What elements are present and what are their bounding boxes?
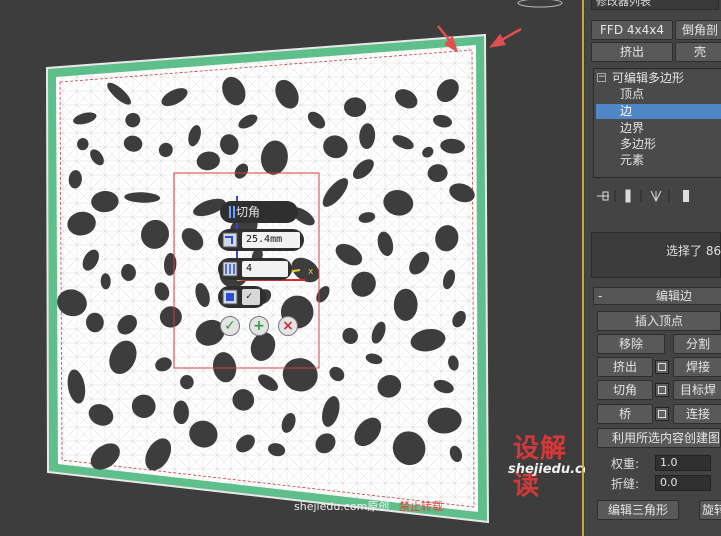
collapse-icon[interactable]: − [597, 73, 606, 82]
pin-stack-icon [597, 191, 609, 201]
extrude-settings-icon[interactable] [655, 360, 669, 374]
insert-vertex-button[interactable]: 插入顶点 [597, 311, 721, 331]
edit-edges-rollout-header[interactable]: - 编辑边 [593, 287, 721, 305]
chamfer-open-toggle[interactable]: ✓ [218, 286, 266, 308]
split-button[interactable]: 分割 [673, 334, 721, 354]
stack-edge[interactable]: 边 [596, 104, 721, 119]
watermark-url: shejiedu.com [508, 462, 585, 477]
weld-button[interactable]: 焊接 [673, 357, 721, 377]
weight-spinner[interactable]: 1.0 [655, 455, 711, 471]
stack-toolbar [597, 189, 689, 203]
caddy-ok-button[interactable]: ✓ [220, 316, 240, 336]
weight-label: 权重: [611, 457, 640, 471]
shell-button[interactable]: 壳 [675, 42, 721, 62]
crease-label: 折缝: [611, 477, 640, 491]
extrude-button[interactable]: 挤出 [597, 357, 653, 377]
remove-button[interactable]: 移除 [597, 334, 665, 354]
extrude-modifier-button[interactable]: 挤出 [591, 42, 673, 62]
selection-info-text: 选择了 86 个 [666, 244, 721, 258]
chamfer-button[interactable]: 切角 [597, 380, 653, 400]
amount-icon [222, 232, 238, 248]
stack-border[interactable]: 边界 [620, 121, 644, 136]
footer-site: shejiedu.com原创 [294, 500, 390, 513]
ffd-button[interactable]: FFD 4x4x4 [591, 20, 673, 40]
viewport-scene: x [45, 0, 563, 524]
segments-icon [222, 261, 238, 277]
caddy-title-label: 切角 [236, 205, 261, 219]
chamfer-segments-field[interactable]: 4 [218, 258, 292, 280]
remove-modifier-icon [683, 190, 689, 202]
target-weld-button[interactable]: 目标焊 [673, 380, 721, 400]
make-unique-icon [650, 190, 662, 203]
footer-warning: 禁止转载 [399, 500, 443, 513]
bridge-button[interactable]: 桥 [597, 404, 653, 424]
caddy-cancel-button[interactable]: × [278, 316, 298, 336]
stack-polygon[interactable]: 多边形 [620, 137, 656, 152]
open-chamfer-icon [222, 289, 238, 305]
svg-text:x: x [308, 267, 314, 277]
stack-vertex[interactable]: 顶点 [620, 87, 648, 102]
open-chamfer-check[interactable]: ✓ [242, 289, 260, 305]
viewport-perspective[interactable]: x 切角 25.4mm 4 ✓ ✓ + × 设解读 shejiedu.com s… [0, 0, 585, 536]
rollout-title: 编辑边 [656, 289, 693, 303]
create-shape-button[interactable]: 利用所选内容创建图形 [597, 428, 721, 448]
crease-spinner[interactable]: 0.0 [655, 475, 711, 491]
edit-triangulation-button[interactable]: 编辑三角形 [597, 500, 679, 520]
turn-button[interactable]: 旋转 [699, 500, 721, 520]
modifier-list-dropdown[interactable]: 修改器列表 [591, 0, 719, 10]
connect-button[interactable]: 连接 [673, 404, 721, 424]
selection-info-box: 选择了 86 个 [591, 232, 721, 278]
bridge-settings-icon[interactable] [655, 407, 669, 421]
show-end-result-icon [625, 189, 631, 203]
caddy-apply-button[interactable]: + [249, 316, 269, 336]
modifier-stack: − 可编辑多边形 顶点 边 边界 多边形 元素 [593, 68, 721, 178]
bevel-profile-button[interactable]: 倒角剖 [675, 20, 721, 40]
chamfer-amount-field[interactable]: 25.4mm [218, 229, 304, 251]
chamfer-amount-value[interactable]: 25.4mm [242, 232, 300, 248]
perforation-hole [180, 375, 194, 390]
stack-element[interactable]: 元素 [620, 153, 644, 168]
chamfer-segments-value[interactable]: 4 [242, 261, 288, 277]
chamfer-caddy-title: 切角 [220, 201, 298, 223]
stack-root[interactable]: 可编辑多边形 [612, 71, 684, 86]
command-panel: 修改器列表 FFD 4x4x4 倒角剖 挤出 壳 − 可编辑多边形 顶点 边 边… [585, 0, 721, 536]
chamfer-settings-icon[interactable] [655, 383, 669, 397]
